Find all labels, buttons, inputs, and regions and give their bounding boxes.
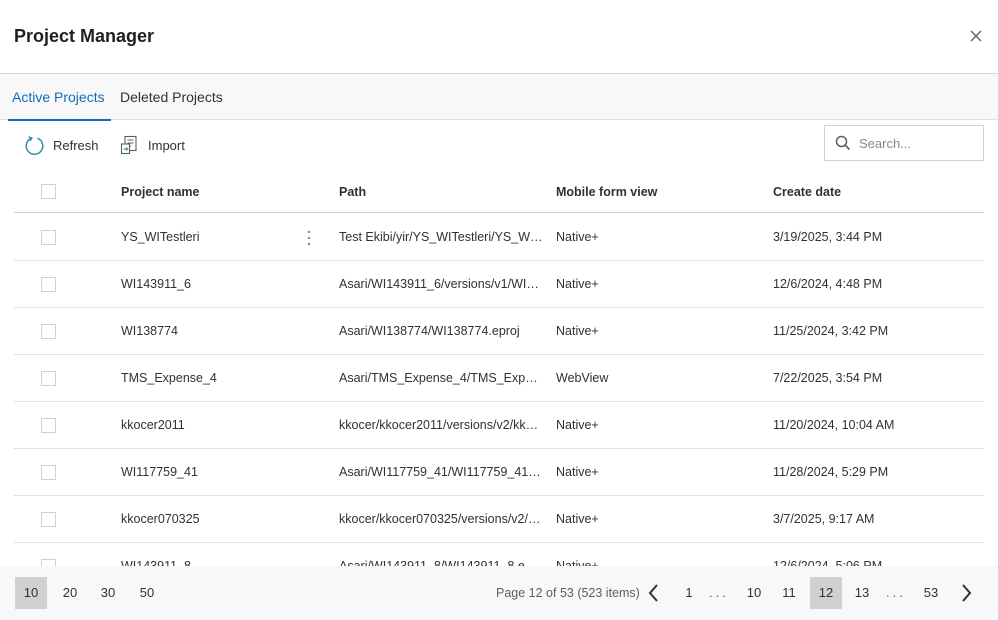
project-name-cell: WI143911_8 [121,559,191,566]
project-name-cell: WI138774 [121,324,178,338]
row-checkbox[interactable] [41,324,56,339]
row-checkbox[interactable] [41,371,56,386]
row-checkbox[interactable] [41,418,56,433]
pagination-ellipsis: ... [886,585,906,600]
row-checkbox[interactable] [41,559,56,566]
column-header-mobile-form-view[interactable]: Mobile form view [556,172,657,213]
path-cell: Asari/WI138774/WI138774.eproj [339,324,520,338]
pagination-bar: 10 20 30 50 Page 12 of 53 (523 items) 1 … [0,566,998,620]
mobile-form-view-cell: Native+ [556,277,599,291]
create-date-cell: 12/6/2024, 4:48 PM [773,277,883,291]
table-row[interactable]: YS_WITestleri Test Ekibi/yir/YS_WITestle… [14,214,984,261]
create-date-cell: 11/25/2024, 3:42 PM [773,324,889,338]
create-date-cell: 12/6/2024, 5:06 PM [773,559,883,566]
dialog-header: Project Manager [0,0,998,74]
project-name-cell: kkocer070325 [121,512,200,526]
page-size-50[interactable]: 50 [131,577,163,609]
more-vertical-icon[interactable] [301,228,317,248]
tab-bar: Active Projects Deleted Projects [0,74,998,121]
project-name-cell: WI143911_6 [121,277,191,291]
projects-table: Project name Path Mobile form view Creat… [14,172,984,566]
path-cell: Asari/WI143911_6/versions/v1/WI143... [339,277,544,291]
import-button[interactable]: Import [120,132,185,158]
table-row[interactable]: WI138774 Asari/WI138774/WI138774.eproj N… [14,308,984,355]
column-header-create-date[interactable]: Create date [773,172,841,213]
table-row[interactable]: kkocer070325 kkocer/kkocer070325/version… [14,496,984,543]
page-button-1[interactable]: 1 [677,577,701,609]
path-cell: Test Ekibi/yir/YS_WITestleri/YS_WITes... [339,230,544,244]
table-row[interactable]: WI143911_8 Asari/WI143911_8/WI143911_8.e… [14,543,984,566]
search-box[interactable] [824,125,984,161]
page-button-12[interactable]: 12 [810,577,842,609]
chevron-left-icon[interactable] [643,582,665,604]
search-icon [835,135,851,151]
project-name-cell: TMS_Expense_4 [121,371,217,385]
path-cell: Asari/TMS_Expense_4/TMS_Expense... [339,371,544,385]
mobile-form-view-cell: Native+ [556,559,599,566]
project-name-cell: YS_WITestleri [121,230,200,244]
search-input[interactable] [859,135,969,151]
import-icon [120,135,137,155]
page-info: Page 12 of 53 (523 items) [496,586,640,600]
tab-deleted-projects[interactable]: Deleted Projects [120,74,223,120]
project-name-cell: kkocer2011 [121,418,185,432]
create-date-cell: 11/28/2024, 5:29 PM [773,465,889,479]
row-checkbox[interactable] [41,465,56,480]
close-icon[interactable] [966,26,986,46]
create-date-cell: 3/19/2025, 3:44 PM [773,230,883,244]
row-checkbox[interactable] [41,230,56,245]
select-all-checkbox[interactable] [41,184,56,199]
page-button-13[interactable]: 13 [847,577,877,609]
tab-active-projects[interactable]: Active Projects [8,74,111,121]
table-row[interactable]: TMS_Expense_4 Asari/TMS_Expense_4/TMS_Ex… [14,355,984,402]
import-label: Import [148,137,185,153]
refresh-button[interactable]: Refresh [24,132,99,158]
mobile-form-view-cell: Native+ [556,418,599,432]
path-cell: Asari/WI143911_8/WI143911_8.eproj [339,559,544,566]
refresh-icon [25,135,44,155]
create-date-cell: 11/20/2024, 10:04 AM [773,418,895,432]
dialog-title: Project Manager [14,26,155,46]
path-cell: kkocer/kkocer2011/versions/v2/kkoc... [339,418,544,432]
table-row[interactable]: WI117759_41 Asari/WI117759_41/WI117759_4… [14,449,984,496]
mobile-form-view-cell: Native+ [556,324,599,338]
column-header-path[interactable]: Path [339,172,366,213]
refresh-label: Refresh [53,137,99,153]
mobile-form-view-cell: Native+ [556,465,599,479]
path-cell: kkocer/kkocer070325/versions/v2/kk... [339,512,544,526]
mobile-form-view-cell: Native+ [556,512,599,526]
table-row[interactable]: WI143911_6 Asari/WI143911_6/versions/v1/… [14,261,984,308]
chevron-right-icon[interactable] [955,582,977,604]
page-size-20[interactable]: 20 [54,577,86,609]
page-button-53[interactable]: 53 [916,577,946,609]
page-button-11[interactable]: 11 [774,577,804,609]
mobile-form-view-cell: Native+ [556,230,599,244]
page-button-10[interactable]: 10 [739,577,769,609]
create-date-cell: 7/22/2025, 3:54 PM [773,371,883,385]
table-header: Project name Path Mobile form view Creat… [14,172,984,213]
path-cell: Asari/WI117759_41/WI117759_41.eproj [339,465,544,479]
page-size-30[interactable]: 30 [92,577,124,609]
column-header-project-name[interactable]: Project name [121,172,200,213]
mobile-form-view-cell: WebView [556,371,609,385]
toolbar: Refresh Import [0,120,998,170]
table-row[interactable]: kkocer2011 kkocer/kkocer2011/versions/v2… [14,402,984,449]
create-date-cell: 3/7/2025, 9:17 AM [773,512,875,526]
row-checkbox[interactable] [41,512,56,527]
pagination-ellipsis: ... [709,585,729,600]
project-name-cell: WI117759_41 [121,465,198,479]
page-size-10[interactable]: 10 [15,577,47,609]
row-checkbox[interactable] [41,277,56,292]
